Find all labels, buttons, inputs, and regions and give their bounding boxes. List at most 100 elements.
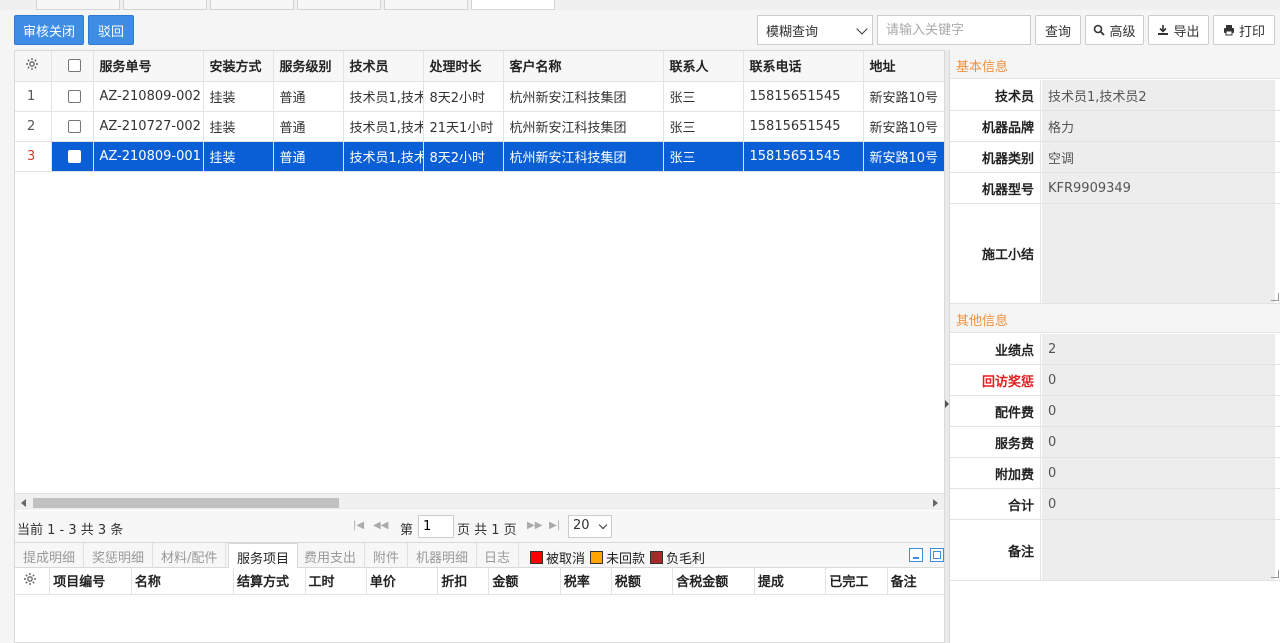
column-header[interactable]: 单价 — [366, 568, 439, 595]
column-header[interactable]: 税率 — [560, 568, 612, 595]
first-page-icon[interactable]: |◀ — [353, 520, 364, 531]
row-checkbox-cell[interactable] — [51, 111, 94, 142]
last-page-icon[interactable]: ▶| — [549, 520, 560, 531]
cell-duration: 8天2小时 — [423, 81, 504, 112]
cell-install: 挂装 — [203, 81, 274, 112]
tab-attachments[interactable]: 附件 — [365, 543, 409, 568]
minimize-icon[interactable] — [909, 548, 923, 562]
column-header[interactable]: 工时 — [305, 568, 367, 595]
page-size-select[interactable]: 20 — [568, 515, 612, 538]
page-tab[interactable] — [384, 0, 468, 10]
legend-swatch — [590, 551, 603, 564]
scrollbar-thumb[interactable] — [33, 498, 339, 508]
field-value[interactable]: 技术员1,技术员2 — [1042, 80, 1275, 110]
table-row[interactable]: 1 AZ-210809-002 挂装 普通 技术员1,技术员2 8天2小时 杭州… — [15, 81, 944, 112]
resize-grip-icon[interactable] — [1271, 293, 1279, 301]
column-header[interactable]: 安装方式 — [203, 51, 274, 82]
cell-duration: 21天1小时 — [423, 111, 504, 142]
column-header[interactable]: 金额 — [488, 568, 561, 595]
horizontal-scrollbar[interactable] — [15, 493, 944, 510]
field-label: 业绩点 — [950, 334, 1041, 364]
table-row-selected[interactable]: 3 AZ-210809-001 挂装 普通 技术员1,技术员2 8天2小时 杭州… — [15, 141, 944, 172]
order-table: 服务单号 安装方式 服务级别 技术员 处理时长 客户名称 联系人 联系电话 地址… — [15, 51, 944, 172]
column-header[interactable]: 联系人 — [663, 51, 744, 82]
field-label: 施工小结 — [950, 204, 1041, 303]
row-checkbox[interactable] — [67, 149, 81, 163]
remark-textarea[interactable] — [1042, 520, 1275, 580]
field-value[interactable]: 0 — [1042, 458, 1275, 488]
column-settings[interactable] — [15, 568, 51, 595]
tab-expenses[interactable]: 费用支出 — [296, 543, 366, 568]
search-input[interactable] — [877, 15, 1031, 45]
tab-materials[interactable]: 材料/配件 — [153, 543, 227, 568]
select-all-checkbox-cell[interactable] — [51, 51, 94, 82]
summary-textarea[interactable] — [1042, 204, 1275, 303]
search-mode-select[interactable]: 模糊查询 — [757, 15, 873, 45]
column-header[interactable]: 处理时长 — [423, 51, 504, 82]
legend-cancelled: 被取消 — [530, 548, 585, 567]
column-header[interactable]: 客户名称 — [503, 51, 664, 82]
page-tab[interactable] — [123, 0, 207, 10]
cell-phone: 15815651545 — [743, 111, 864, 142]
column-header[interactable]: 地址 — [863, 51, 944, 82]
reject-button[interactable]: 驳回 — [88, 15, 134, 45]
column-header[interactable]: 联系电话 — [743, 51, 864, 82]
tab-service-items[interactable]: 服务项目 — [228, 543, 299, 569]
column-header[interactable]: 服务单号 — [93, 51, 204, 82]
field-value[interactable]: 0 — [1042, 396, 1275, 426]
field-value[interactable]: 2 — [1042, 334, 1275, 364]
row-checkbox[interactable] — [67, 119, 81, 133]
row-checkbox-cell[interactable] — [51, 81, 94, 112]
query-button[interactable]: 查询 — [1035, 15, 1081, 45]
cell-phone: 15815651545 — [743, 141, 864, 172]
approve-close-button[interactable]: 审核关闭 — [14, 15, 84, 45]
page-number-input[interactable] — [418, 515, 454, 538]
prev-page-icon[interactable]: ◀◀ — [373, 520, 388, 531]
field-points: 业绩点 2 — [950, 334, 1280, 365]
column-header[interactable]: 已完工 — [825, 568, 888, 595]
column-header[interactable]: 技术员 — [343, 51, 424, 82]
column-header[interactable]: 结算方式 — [233, 568, 306, 595]
column-header[interactable]: 名称 — [131, 568, 235, 595]
page-tab[interactable] — [210, 0, 294, 10]
cell-address: 新安路10号 — [863, 81, 944, 112]
field-label: 机器型号 — [950, 173, 1041, 203]
next-page-icon[interactable]: ▶▶ — [527, 520, 542, 531]
scroll-right-icon[interactable] — [933, 499, 938, 507]
column-header[interactable]: 服务级别 — [273, 51, 344, 82]
select-all-checkbox[interactable] — [67, 59, 81, 73]
tab-log[interactable]: 日志 — [476, 543, 520, 568]
field-value[interactable]: 空调 — [1042, 142, 1275, 172]
row-checkbox-cell[interactable] — [51, 141, 94, 172]
field-model: 机器型号 KFR9909349 — [950, 173, 1280, 204]
column-settings[interactable] — [15, 51, 52, 82]
gear-icon — [24, 572, 36, 585]
export-button[interactable]: 导出 — [1148, 15, 1209, 45]
maximize-icon[interactable] — [930, 548, 944, 562]
page-tab-active[interactable] — [471, 0, 555, 10]
page-tab[interactable] — [297, 0, 381, 10]
column-header[interactable]: 折扣 — [437, 568, 490, 595]
row-checkbox[interactable] — [67, 89, 81, 103]
advanced-button[interactable]: 高级 — [1085, 15, 1144, 45]
field-value[interactable]: 格力 — [1042, 111, 1275, 141]
column-header[interactable]: 税额 — [611, 568, 674, 595]
column-header[interactable]: 备注 — [887, 568, 944, 595]
search-mode-value: 模糊查询 — [766, 24, 819, 40]
column-header[interactable]: 含税金额 — [672, 568, 755, 595]
column-header[interactable]: 提成 — [754, 568, 827, 595]
page-tab[interactable] — [36, 0, 120, 10]
print-button[interactable]: 打印 — [1213, 15, 1275, 45]
tab-commission[interactable]: 提成明细 — [15, 543, 85, 568]
table-row[interactable]: 2 AZ-210727-002 挂装 普通 技术员1,技术员2 21天1小时 杭… — [15, 111, 944, 142]
field-value[interactable]: 0 — [1042, 489, 1275, 519]
resize-grip-icon[interactable] — [1271, 570, 1279, 578]
tab-machines[interactable]: 机器明细 — [408, 543, 478, 568]
field-value[interactable]: 0 — [1042, 365, 1275, 395]
scroll-left-icon[interactable] — [21, 499, 26, 507]
legend-unpaid: 未回款 — [590, 548, 645, 567]
field-value[interactable]: 0 — [1042, 427, 1275, 457]
column-header[interactable]: 项目编号 — [49, 568, 132, 595]
tab-rewards[interactable]: 奖惩明细 — [84, 543, 154, 568]
field-value[interactable]: KFR9909349 — [1042, 173, 1275, 203]
